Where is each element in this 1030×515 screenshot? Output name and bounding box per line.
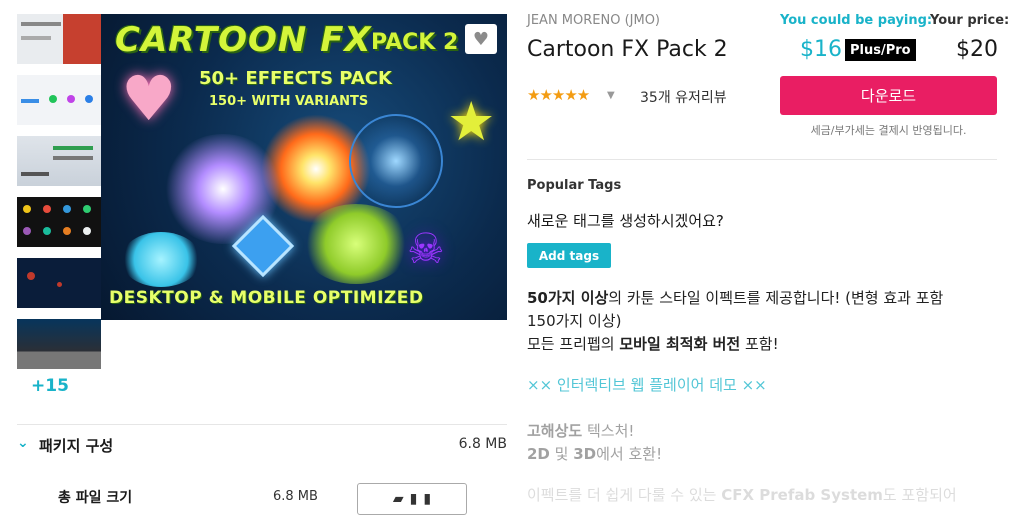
hero-pack-label: PACK 2 — [371, 30, 459, 55]
total-file-size-label: 총 파일 크기 — [58, 490, 133, 506]
thumbnail-strip — [17, 14, 101, 380]
desc-text: 의 카툰 스타일 이펙트를 제공합니다! (변형 효과 포함 — [608, 289, 944, 307]
thumbnail-3[interactable] — [17, 136, 101, 186]
popular-tags-title: Popular Tags — [527, 178, 622, 193]
your-price: $20 — [956, 37, 998, 62]
desc-text: 모든 프리펩의 — [527, 335, 620, 353]
chevron-down-icon: ⌄ — [17, 435, 29, 451]
desc-bold: 고해상도 — [527, 422, 583, 440]
description-features: 고해상도 텍스처! 2D 및 3D에서 호환! — [527, 420, 1007, 466]
add-tags-button[interactable]: Add tags — [527, 243, 611, 268]
thumbnail-4[interactable] — [17, 197, 101, 247]
desc-bold: 3D — [573, 445, 597, 463]
thumbnail-2[interactable] — [17, 75, 101, 125]
hero-bottom-text: DESKTOP & MOBILE OPTIMIZED — [109, 288, 424, 308]
divider — [527, 159, 997, 160]
product-title: Cartoon FX Pack 2 — [527, 37, 728, 62]
poison-cloud-effect — [301, 204, 411, 284]
desc-text: 150가지 이상) — [527, 312, 622, 330]
could-pay-label: You could be paying: — [780, 13, 933, 28]
download-button[interactable]: 다운로드 — [780, 76, 997, 115]
star-icon: ★ — [447, 90, 496, 153]
heart-icon: ♥ — [121, 62, 177, 135]
rating-caret-icon[interactable]: ▼ — [607, 90, 615, 101]
thumbnail-5[interactable] — [17, 258, 101, 308]
desc-text: 에서 호환! — [596, 445, 663, 463]
hero-subtitle-2: 150+ WITH VARIANTS — [209, 94, 369, 109]
desc-bold: CFX Prefab System — [721, 486, 883, 504]
publisher-link[interactable]: JEAN MORENO (JMO) — [527, 13, 660, 28]
thumbnail-1[interactable] — [17, 14, 101, 64]
review-count-link[interactable]: 35개 유저리뷰 — [640, 87, 727, 107]
more-thumbnails-count[interactable]: +15 — [31, 376, 69, 396]
shockwave-effect — [349, 114, 443, 208]
tax-note: 세금/부가세는 결제시 반영됩니다. — [810, 124, 967, 137]
your-price-label: Your price: — [930, 13, 1010, 28]
total-file-size-value: 6.8 MB — [273, 489, 318, 504]
description-faded: 이펙트를 더 쉽게 다룰 수 있는 CFX Prefab System도 포함되… — [527, 484, 1007, 507]
desc-text: 및 — [549, 445, 574, 463]
hero-image[interactable]: ♥ ★ ☠ CARTOON FX PACK 2 50+ EFFECTS PACK… — [101, 14, 507, 320]
plus-pro-badge[interactable]: Plus/Pro — [845, 39, 916, 61]
package-section-header[interactable]: ⌄ 패키지 구성 6.8 MB — [17, 424, 507, 465]
rating-stars[interactable]: ★★★★★ — [527, 86, 590, 104]
tags-question: 새로운 태그를 생성하시겠어요? — [527, 212, 724, 230]
file-list-button[interactable]: ▰ ▮ ▮ — [357, 483, 467, 515]
demo-link[interactable]: ×× 인터렉티브 웹 플레이어 데모 ×× — [527, 374, 1007, 397]
favorite-button[interactable]: ♥ — [465, 24, 497, 54]
water-splash-effect — [121, 232, 201, 287]
desc-text: 텍스처! — [582, 422, 635, 440]
desc-text: 포함! — [740, 335, 779, 353]
desc-bold: 2D — [527, 445, 550, 463]
heart-outline-icon: ♥ — [472, 28, 490, 50]
desc-bold: 모바일 최적화 버전 — [619, 335, 741, 353]
desc-text: 도 포함되어 — [882, 486, 957, 504]
skull-icon: ☠ — [407, 224, 445, 273]
hero-title: CARTOON FX — [115, 20, 372, 60]
could-pay-price: $16 — [800, 37, 842, 62]
package-size: 6.8 MB — [458, 436, 507, 452]
description-intro: 50가지 이상의 카툰 스타일 이펙트를 제공합니다! (변형 효과 포함 15… — [527, 287, 1007, 356]
desc-bold: 50가지 이상 — [527, 289, 609, 307]
hero-subtitle: 50+ EFFECTS PACK — [199, 68, 392, 89]
thumbnail-6[interactable] — [17, 319, 101, 369]
package-title: 패키지 구성 — [39, 437, 114, 455]
desc-text: 이펙트를 더 쉽게 다룰 수 있는 — [527, 486, 722, 504]
